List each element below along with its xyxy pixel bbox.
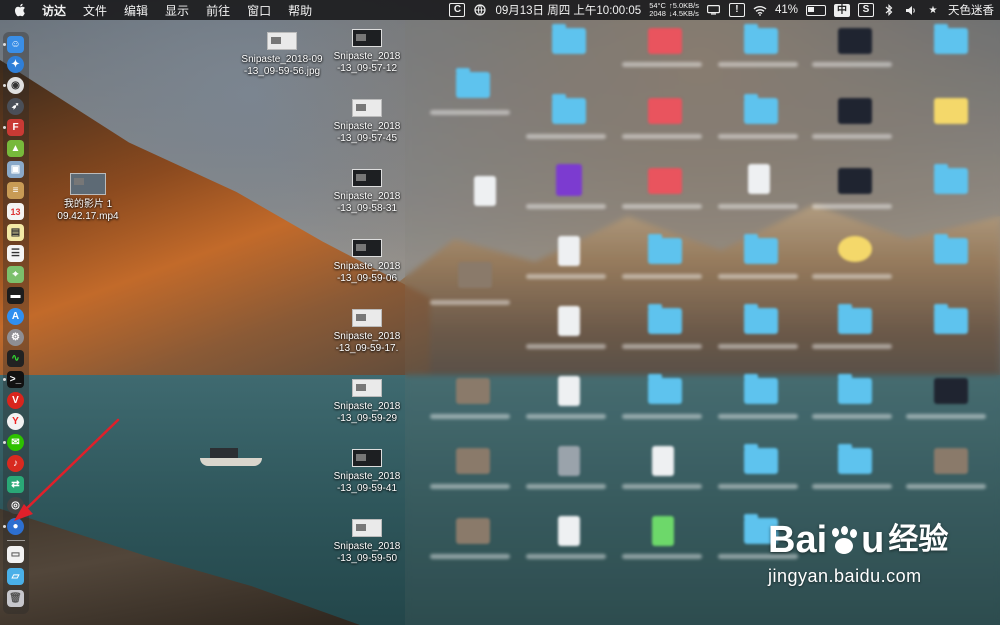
trash-icon[interactable]: 🗑: [7, 590, 24, 607]
volume-icon[interactable]: [904, 4, 918, 16]
activity-monitor-icon[interactable]: ∿: [7, 350, 24, 367]
image-thumbnail: [352, 169, 382, 187]
netease-music-icon[interactable]: ♪: [7, 455, 24, 472]
qq-browser-icon[interactable]: ●: [7, 518, 24, 535]
image-thumbnail: [352, 309, 382, 327]
c-app-icon[interactable]: C: [449, 3, 466, 17]
video-thumbnail: [70, 173, 106, 195]
user-name[interactable]: 天色迷香: [948, 2, 994, 18]
star-icon[interactable]: ★: [926, 4, 940, 16]
menu-finder[interactable]: 访达: [42, 2, 66, 19]
camera-icon[interactable]: ◎: [7, 497, 24, 514]
desktop-file-snipaste[interactable]: Snipaste_2018 -13_09-59-41: [322, 449, 412, 495]
system-preferences-icon[interactable]: ⚙: [7, 329, 24, 346]
preview-icon[interactable]: ▣: [7, 161, 24, 178]
baidu-jingyan-watermark: Bai u 经验 jingyan.baidu.com: [768, 519, 949, 586]
foxmail-icon[interactable]: F: [7, 119, 24, 136]
app-store-icon[interactable]: A: [7, 308, 24, 325]
menu-edit[interactable]: 编辑: [124, 2, 148, 19]
image-thumbnail: [352, 239, 382, 257]
image-thumbnail: [352, 449, 382, 467]
terminal-icon[interactable]: >_: [7, 371, 24, 388]
menu-bar: 访达 文件 编辑 显示 前往 窗口 帮助 C 09月13日 周四 上午10:00…: [0, 0, 1000, 20]
wifi-icon[interactable]: [753, 4, 767, 16]
baidu-paw-icon: [829, 526, 859, 556]
reminders-icon[interactable]: ☰: [7, 245, 24, 262]
notes-icon[interactable]: ≡: [7, 182, 24, 199]
desktop-file-movie[interactable]: 我的影片 1 09.42.17.mp4: [43, 173, 133, 223]
document-icon[interactable]: ▭: [7, 546, 24, 563]
desktop-file-snipaste[interactable]: Snipaste_2018 -13_09-59-50: [322, 519, 412, 565]
yandex-icon[interactable]: Y: [7, 413, 24, 430]
wechat-icon[interactable]: ✉: [7, 434, 24, 451]
image-thumbnail: [352, 99, 382, 117]
desktop-file-snipaste[interactable]: Snipaste_2018 -13_09-59-06: [322, 239, 412, 285]
chrome-icon[interactable]: ◉: [7, 77, 24, 94]
desktop-file-snipaste[interactable]: Snipaste_2018 -13_09-59-17.: [322, 309, 412, 355]
image-thumbnail: [352, 519, 382, 537]
android-file-transfer-icon[interactable]: ⇄: [7, 476, 24, 493]
menu-go[interactable]: 前往: [206, 2, 230, 19]
finder-icon[interactable]: ☺: [7, 36, 24, 53]
downloads-folder-icon[interactable]: ▱: [7, 568, 24, 585]
desktop-file-snipaste[interactable]: Snipaste_2018-09 -13_09-59-56.jpg: [237, 32, 327, 78]
maps-icon[interactable]: ⌖: [7, 266, 24, 283]
image-thumbnail: [267, 32, 297, 50]
desktop-file-snipaste[interactable]: Snipaste_2018 -13_09-58-31: [322, 169, 412, 215]
system-monitor-widget[interactable]: 54°C ↑5.0KB/s 2048 ↓4.5KB/s: [649, 2, 699, 18]
launchpad-icon[interactable]: ➶: [7, 98, 24, 115]
s-app-icon[interactable]: S: [858, 3, 874, 17]
dock: ☺ ✦ ◉ ➶ F ▲ ▣ ≡ 13 ▤ ☰ ⌖ ▬ A ⚙ ∿ >_ V Y …: [3, 32, 29, 614]
battery-percent[interactable]: 41%: [775, 4, 798, 16]
menu-window[interactable]: 窗口: [247, 2, 271, 19]
vivaldi-icon[interactable]: V: [7, 392, 24, 409]
desktop-file-snipaste[interactable]: Snipaste_2018 -13_09-59-29: [322, 379, 412, 425]
menu-help[interactable]: 帮助: [288, 2, 312, 19]
desktop-file-snipaste[interactable]: Snipaste_2018 -13_09-57-12: [322, 29, 412, 75]
stickies-icon[interactable]: ▤: [7, 224, 24, 241]
globe-icon[interactable]: [473, 4, 487, 16]
calendar-icon[interactable]: 13: [7, 203, 24, 220]
clock-datetime[interactable]: 09月13日 周四 上午10:00:05: [495, 2, 641, 18]
terminal-app-icon[interactable]: ▬: [7, 287, 24, 304]
input-method-indicator[interactable]: 中: [834, 3, 850, 17]
shortcut-app-icon[interactable]: !: [728, 3, 745, 17]
boat-image: [200, 448, 262, 466]
bluetooth-icon[interactable]: [882, 4, 896, 16]
battery-icon[interactable]: [806, 4, 826, 16]
image-thumbnail: [352, 379, 382, 397]
menu-file[interactable]: 文件: [83, 2, 107, 19]
apple-menu-icon[interactable]: [12, 3, 28, 17]
desktop-file-snipaste[interactable]: Snipaste_2018 -13_09-57-45: [322, 99, 412, 145]
display-icon[interactable]: [707, 4, 721, 16]
menu-view[interactable]: 显示: [165, 2, 189, 19]
image-thumbnail: [352, 29, 382, 47]
android-icon[interactable]: ▲: [7, 140, 24, 157]
safari-icon[interactable]: ✦: [7, 56, 24, 73]
